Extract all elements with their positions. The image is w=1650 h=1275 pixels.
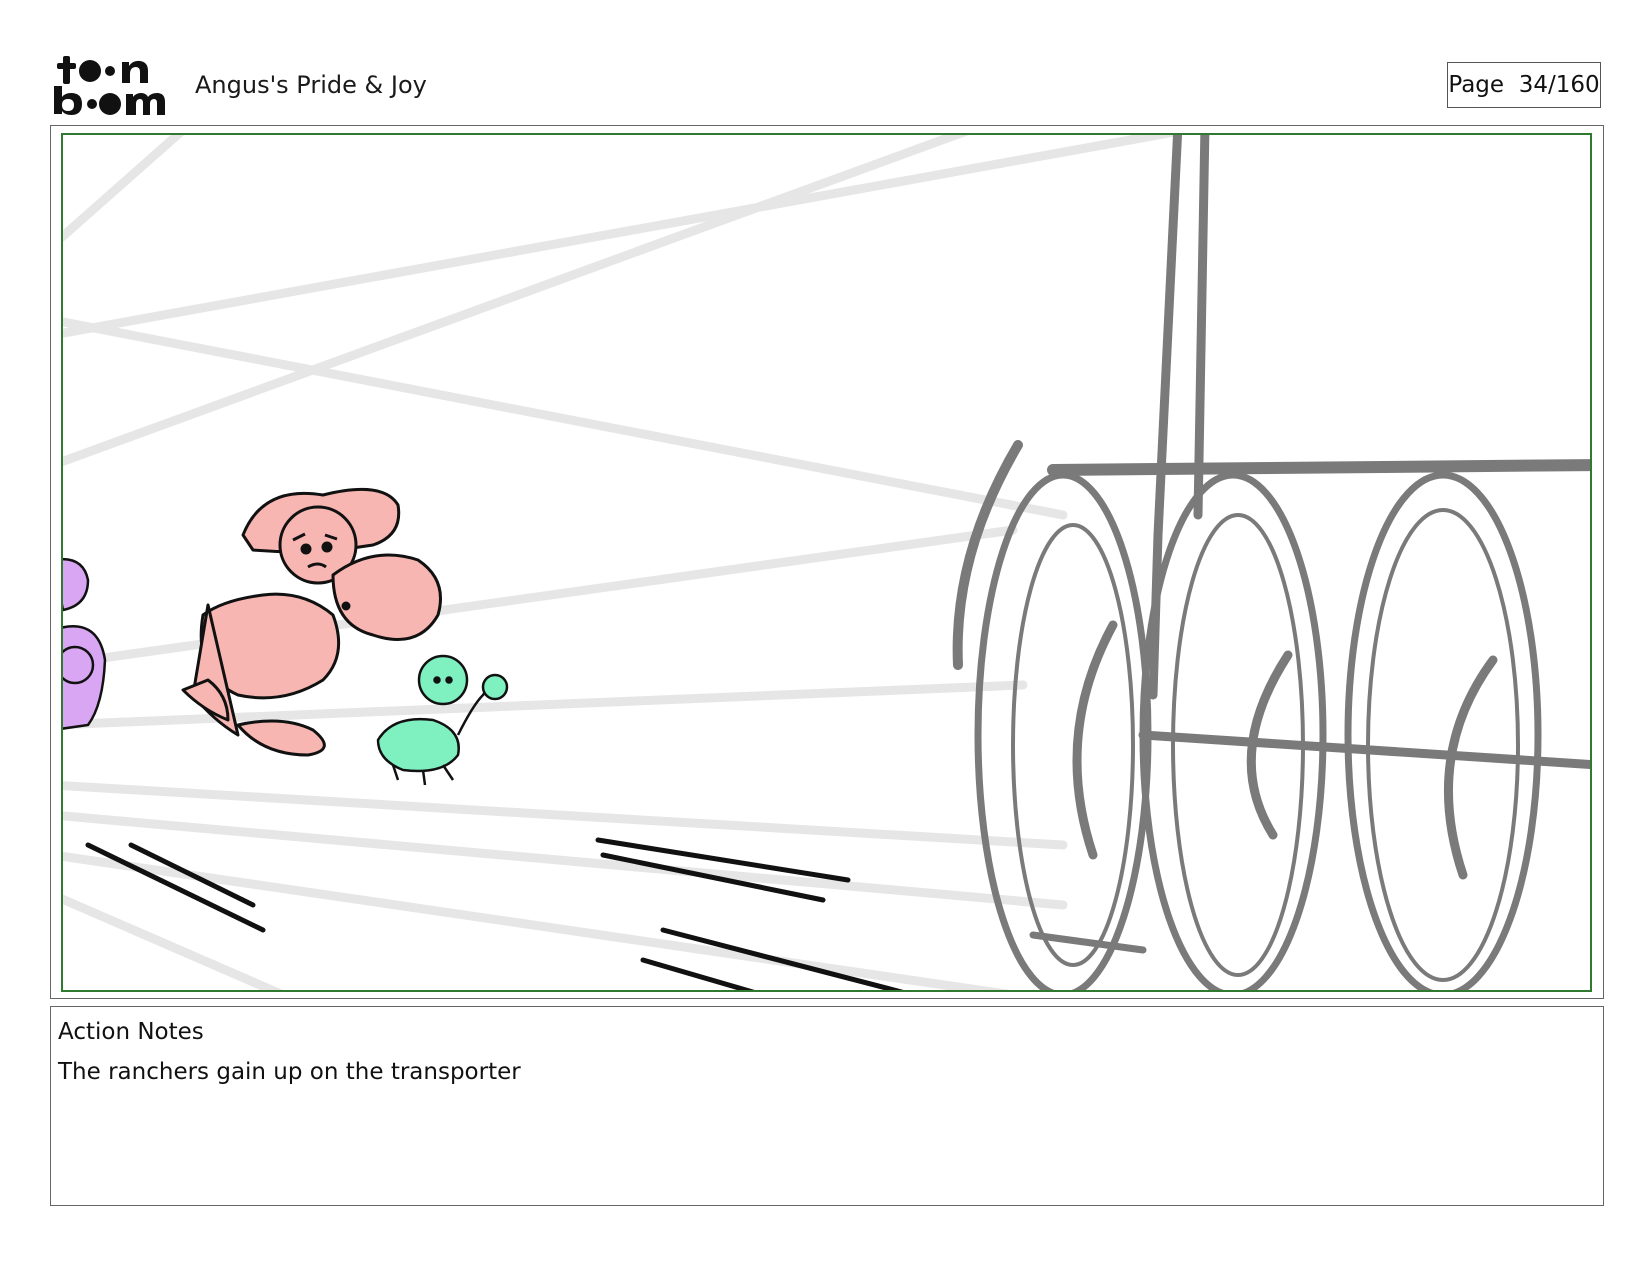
storyboard-panel xyxy=(61,133,1592,992)
green-rider xyxy=(376,654,509,786)
page-number: 34/160 xyxy=(1518,72,1600,98)
purple-rider xyxy=(63,558,107,730)
panel-sketch xyxy=(63,135,1590,990)
transporter-vehicle xyxy=(952,135,1590,990)
page-label: Page xyxy=(1448,72,1505,98)
page-indicator: Page 34/160 xyxy=(1447,62,1601,108)
action-notes-text: The ranchers gain up on the transporter xyxy=(58,1059,521,1085)
action-notes-heading: Action Notes xyxy=(58,1019,204,1045)
toon-boom-logo xyxy=(52,52,170,118)
project-title: Angus's Pride & Joy xyxy=(195,71,427,99)
action-notes-box: Action Notes The ranchers gain up on the… xyxy=(50,1006,1604,1206)
